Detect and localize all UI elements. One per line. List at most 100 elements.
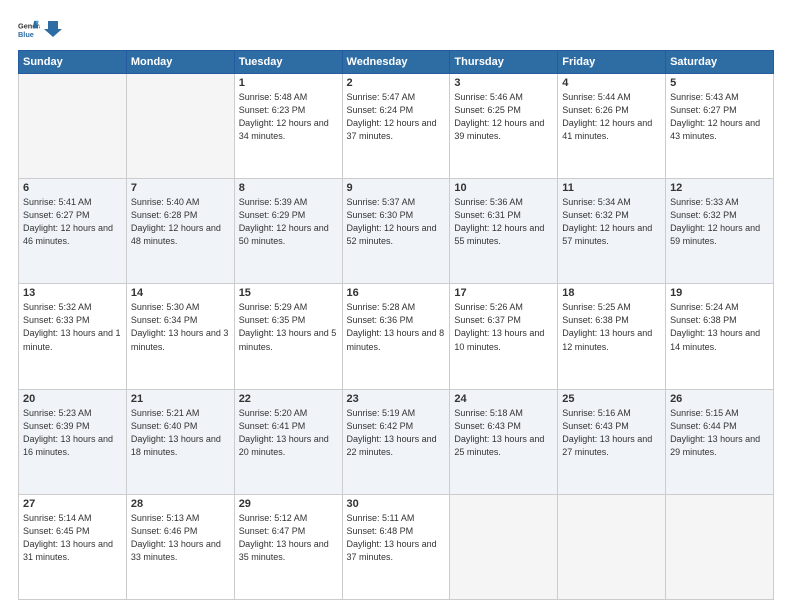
- day-number: 15: [239, 287, 338, 299]
- day-info: Sunrise: 5:47 AMSunset: 6:24 PMDaylight:…: [347, 91, 446, 143]
- day-number: 22: [239, 393, 338, 405]
- day-number: 21: [131, 393, 230, 405]
- day-info: Sunrise: 5:23 AMSunset: 6:39 PMDaylight:…: [23, 407, 122, 459]
- weekday-header-saturday: Saturday: [666, 51, 774, 74]
- calendar-cell: 26 Sunrise: 5:15 AMSunset: 6:44 PMDayligh…: [666, 389, 774, 494]
- calendar-cell: [558, 494, 666, 599]
- weekday-header-wednesday: Wednesday: [342, 51, 450, 74]
- day-number: 14: [131, 287, 230, 299]
- day-number: 27: [23, 498, 122, 510]
- day-number: 6: [23, 182, 122, 194]
- calendar-cell: 13 Sunrise: 5:32 AMSunset: 6:33 PMDayligh…: [19, 284, 127, 389]
- day-number: 26: [670, 393, 769, 405]
- day-info: Sunrise: 5:20 AMSunset: 6:41 PMDaylight:…: [239, 407, 338, 459]
- day-number: 13: [23, 287, 122, 299]
- day-info: Sunrise: 5:36 AMSunset: 6:31 PMDaylight:…: [454, 196, 553, 248]
- day-info: Sunrise: 5:29 AMSunset: 6:35 PMDaylight:…: [239, 301, 338, 353]
- day-info: Sunrise: 5:24 AMSunset: 6:38 PMDaylight:…: [670, 301, 769, 353]
- calendar-cell: 19 Sunrise: 5:24 AMSunset: 6:38 PMDayligh…: [666, 284, 774, 389]
- calendar-cell: 16Sunrise: 5:28 AMSunset: 6:36 PMDayligh…: [342, 284, 450, 389]
- day-info: Sunrise: 5:32 AMSunset: 6:33 PMDaylight:…: [23, 301, 122, 353]
- day-info: Sunrise: 5:39 AMSunset: 6:29 PMDaylight:…: [239, 196, 338, 248]
- svg-text:Blue: Blue: [18, 30, 34, 39]
- day-info: Sunrise: 5:40 AMSunset: 6:28 PMDaylight:…: [131, 196, 230, 248]
- calendar: SundayMondayTuesdayWednesdayThursdayFrid…: [18, 50, 774, 600]
- calendar-cell: 5Sunrise: 5:43 AMSunset: 6:27 PMDaylight…: [666, 74, 774, 179]
- weekday-header-thursday: Thursday: [450, 51, 558, 74]
- calendar-cell: 4 Sunrise: 5:44 AMSunset: 6:26 PMDaylight…: [558, 74, 666, 179]
- calendar-cell: 23Sunrise: 5:19 AMSunset: 6:42 PMDayligh…: [342, 389, 450, 494]
- day-number: 30: [347, 498, 446, 510]
- calendar-week-row: 20 Sunrise: 5:23 AMSunset: 6:39 PMDayligh…: [19, 389, 774, 494]
- calendar-cell: 20 Sunrise: 5:23 AMSunset: 6:39 PMDayligh…: [19, 389, 127, 494]
- calendar-cell: 8 Sunrise: 5:39 AMSunset: 6:29 PMDaylight…: [234, 179, 342, 284]
- page: General Blue SundayMondayT: [0, 0, 792, 612]
- calendar-cell: 25Sunrise: 5:16 AMSunset: 6:43 PMDayligh…: [558, 389, 666, 494]
- day-number: 28: [131, 498, 230, 510]
- day-info: Sunrise: 5:14 AMSunset: 6:45 PMDaylight:…: [23, 512, 122, 564]
- day-info: Sunrise: 5:41 AMSunset: 6:27 PMDaylight:…: [23, 196, 122, 248]
- calendar-cell: 17 Sunrise: 5:26 AMSunset: 6:37 PMDayligh…: [450, 284, 558, 389]
- day-number: 17: [454, 287, 553, 299]
- day-info: Sunrise: 5:46 AMSunset: 6:25 PMDaylight:…: [454, 91, 553, 143]
- weekday-header-friday: Friday: [558, 51, 666, 74]
- day-info: Sunrise: 5:37 AMSunset: 6:30 PMDaylight:…: [347, 196, 446, 248]
- day-info: Sunrise: 5:33 AMSunset: 6:32 PMDaylight:…: [670, 196, 769, 248]
- day-info: Sunrise: 5:11 AMSunset: 6:48 PMDaylight:…: [347, 512, 446, 564]
- calendar-week-row: 6 Sunrise: 5:41 AMSunset: 6:27 PMDaylight…: [19, 179, 774, 284]
- calendar-cell: 10 Sunrise: 5:36 AMSunset: 6:31 PMDayligh…: [450, 179, 558, 284]
- day-info: Sunrise: 5:13 AMSunset: 6:46 PMDaylight:…: [131, 512, 230, 564]
- calendar-cell: [450, 494, 558, 599]
- calendar-cell: 3 Sunrise: 5:46 AMSunset: 6:25 PMDaylight…: [450, 74, 558, 179]
- day-info: Sunrise: 5:34 AMSunset: 6:32 PMDaylight:…: [562, 196, 661, 248]
- day-number: 19: [670, 287, 769, 299]
- day-number: 11: [562, 182, 661, 194]
- calendar-cell: 1Sunrise: 5:48 AMSunset: 6:23 PMDaylight…: [234, 74, 342, 179]
- day-info: Sunrise: 5:21 AMSunset: 6:40 PMDaylight:…: [131, 407, 230, 459]
- day-number: 4: [562, 77, 661, 89]
- weekday-header-sunday: Sunday: [19, 51, 127, 74]
- header: General Blue: [18, 18, 774, 40]
- day-info: Sunrise: 5:19 AMSunset: 6:42 PMDaylight:…: [347, 407, 446, 459]
- day-info: Sunrise: 5:18 AMSunset: 6:43 PMDaylight:…: [454, 407, 553, 459]
- day-info: Sunrise: 5:12 AMSunset: 6:47 PMDaylight:…: [239, 512, 338, 564]
- calendar-cell: 14Sunrise: 5:30 AMSunset: 6:34 PMDayligh…: [126, 284, 234, 389]
- day-info: Sunrise: 5:43 AMSunset: 6:27 PMDaylight:…: [670, 91, 769, 143]
- weekday-header-monday: Monday: [126, 51, 234, 74]
- day-number: 18: [562, 287, 661, 299]
- calendar-cell: 11 Sunrise: 5:34 AMSunset: 6:32 PMDayligh…: [558, 179, 666, 284]
- day-info: Sunrise: 5:15 AMSunset: 6:44 PMDaylight:…: [670, 407, 769, 459]
- day-number: 10: [454, 182, 553, 194]
- logo-text: [44, 19, 62, 39]
- day-number: 12: [670, 182, 769, 194]
- calendar-cell: 24 Sunrise: 5:18 AMSunset: 6:43 PMDayligh…: [450, 389, 558, 494]
- logo-arrow-icon: [44, 19, 62, 39]
- day-number: 3: [454, 77, 553, 89]
- day-number: 20: [23, 393, 122, 405]
- calendar-cell: 18Sunrise: 5:25 AMSunset: 6:38 PMDayligh…: [558, 284, 666, 389]
- day-number: 7: [131, 182, 230, 194]
- calendar-cell: 22 Sunrise: 5:20 AMSunset: 6:41 PMDayligh…: [234, 389, 342, 494]
- calendar-cell: 21 Sunrise: 5:21 AMSunset: 6:40 PMDayligh…: [126, 389, 234, 494]
- calendar-week-row: 13 Sunrise: 5:32 AMSunset: 6:33 PMDayligh…: [19, 284, 774, 389]
- calendar-cell: 15 Sunrise: 5:29 AMSunset: 6:35 PMDayligh…: [234, 284, 342, 389]
- calendar-cell: 27 Sunrise: 5:14 AMSunset: 6:45 PMDayligh…: [19, 494, 127, 599]
- day-number: 9: [347, 182, 446, 194]
- day-info: Sunrise: 5:16 AMSunset: 6:43 PMDaylight:…: [562, 407, 661, 459]
- day-number: 16: [347, 287, 446, 299]
- day-number: 8: [239, 182, 338, 194]
- calendar-week-row: 27 Sunrise: 5:14 AMSunset: 6:45 PMDayligh…: [19, 494, 774, 599]
- calendar-cell: [126, 74, 234, 179]
- day-info: Sunrise: 5:44 AMSunset: 6:26 PMDaylight:…: [562, 91, 661, 143]
- calendar-cell: 2Sunrise: 5:47 AMSunset: 6:24 PMDaylight…: [342, 74, 450, 179]
- logo-icon: General Blue: [18, 18, 40, 40]
- day-info: Sunrise: 5:48 AMSunset: 6:23 PMDaylight:…: [239, 91, 338, 143]
- calendar-cell: [19, 74, 127, 179]
- logo: General Blue: [18, 18, 62, 40]
- calendar-week-row: 1Sunrise: 5:48 AMSunset: 6:23 PMDaylight…: [19, 74, 774, 179]
- day-number: 24: [454, 393, 553, 405]
- weekday-header-tuesday: Tuesday: [234, 51, 342, 74]
- calendar-cell: 9 Sunrise: 5:37 AMSunset: 6:30 PMDaylight…: [342, 179, 450, 284]
- calendar-cell: 30 Sunrise: 5:11 AMSunset: 6:48 PMDayligh…: [342, 494, 450, 599]
- day-info: Sunrise: 5:26 AMSunset: 6:37 PMDaylight:…: [454, 301, 553, 353]
